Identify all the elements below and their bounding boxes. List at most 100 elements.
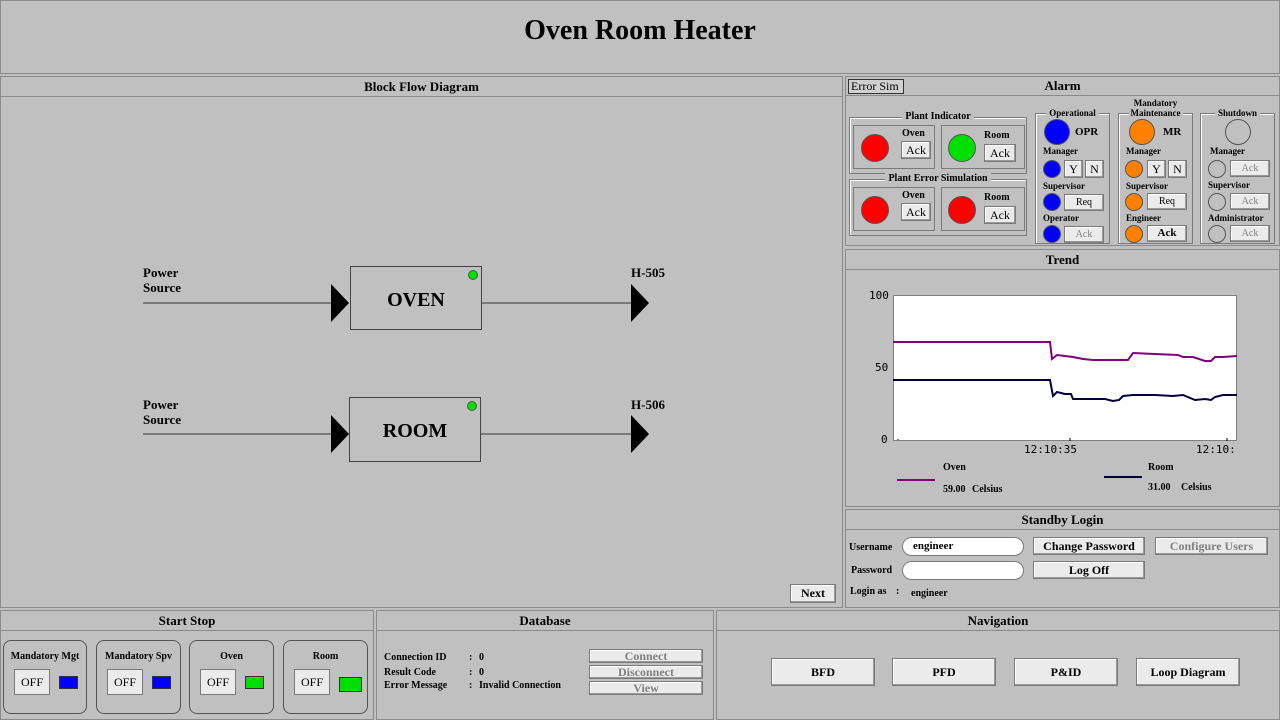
shutdown-manager-label: Manager xyxy=(1210,146,1245,156)
start-stop-mandatory-mgt-off-button[interactable]: OFF xyxy=(14,669,50,695)
change-password-button[interactable]: Change Password xyxy=(1033,537,1145,555)
password-input[interactable] xyxy=(902,561,1024,580)
connection-id-value: 0 xyxy=(479,652,484,663)
mandatory-maintenance-group: Mandatory Maintenance MR Manager Y N Sup… xyxy=(1118,98,1193,244)
plant-indicator-oven-label: Oven xyxy=(902,128,925,139)
operational-supervisor-lamp xyxy=(1043,193,1061,211)
operational-operator-ack-button[interactable]: Ack xyxy=(1064,226,1104,243)
plant-indicator-oven-ack-button[interactable]: Ack xyxy=(901,141,931,159)
start-stop-mandatory-mgt-indicator xyxy=(59,676,78,689)
mandatory-code: MR xyxy=(1163,126,1182,138)
nav-loop-diagram-button[interactable]: Loop Diagram xyxy=(1136,658,1240,686)
mandatory-supervisor-lamp xyxy=(1125,193,1143,211)
operational-supervisor-req-button[interactable]: Req xyxy=(1064,194,1104,211)
oven-source-label-1: Power xyxy=(143,265,179,280)
mandatory-supervisor-label: Supervisor xyxy=(1126,181,1169,191)
next-button[interactable]: Next xyxy=(790,584,836,603)
plant-indicator-oven-lamp xyxy=(861,134,889,162)
operational-main-lamp xyxy=(1044,119,1070,145)
operational-title: Operational xyxy=(1046,108,1099,118)
error-message-value: Invalid Connection xyxy=(479,680,561,691)
disconnect-button[interactable]: Disconnect xyxy=(589,665,703,679)
start-stop-mandatory-mgt: Mandatory Mgt OFF xyxy=(3,640,87,714)
password-label: Password xyxy=(851,565,893,576)
start-stop-oven: Oven OFF xyxy=(189,640,274,714)
plant-indicator-room-label: Room xyxy=(984,130,1010,141)
plant-error-oven-lamp xyxy=(861,196,889,224)
plant-indicator-room-ack-button[interactable]: Ack xyxy=(984,144,1016,162)
result-code-label: Result Code xyxy=(384,667,436,678)
plant-error-room-lamp xyxy=(948,196,976,224)
plant-error-room-label: Room xyxy=(984,192,1010,203)
start-stop-mandatory-spv: Mandatory Spv OFF xyxy=(96,640,181,714)
operational-group: Operational OPR Manager Y N Supervisor R… xyxy=(1035,108,1110,244)
mandatory-manager-no-button[interactable]: N xyxy=(1168,160,1187,178)
nav-bfd-button[interactable]: BFD xyxy=(771,658,875,686)
trend-ytick-100: 100 xyxy=(869,289,889,302)
alarm-divider xyxy=(846,95,1279,96)
start-stop-room-label: Room xyxy=(312,651,339,662)
mandatory-supervisor-req-button[interactable]: Req xyxy=(1147,193,1187,210)
trend-legend-room-swatch xyxy=(1104,476,1142,478)
operational-manager-no-button[interactable]: N xyxy=(1085,160,1104,178)
view-button[interactable]: View xyxy=(589,681,703,695)
shutdown-main-lamp xyxy=(1225,119,1251,145)
trend-ytick-0: 0 xyxy=(881,433,888,446)
trend-legend-oven-value: 59.00 xyxy=(943,484,966,495)
trend-xtick-1: 12:10:35 xyxy=(1024,443,1077,456)
shutdown-manager-lamp xyxy=(1208,160,1226,178)
plant-error-simulation-title: Plant Error Simulation xyxy=(885,173,991,184)
operational-operator-label: Operator xyxy=(1043,213,1079,223)
start-stop-mandatory-spv-off-button[interactable]: OFF xyxy=(107,669,143,695)
start-stop-room: Room OFF xyxy=(283,640,368,714)
trend-xtick-2: 12:10: xyxy=(1196,443,1236,456)
plant-error-oven-label: Oven xyxy=(902,190,925,201)
login-as-label: Login as xyxy=(850,586,887,597)
configure-users-button[interactable]: Configure Users xyxy=(1155,537,1268,555)
mandatory-title-line2: Maintenance xyxy=(1128,108,1183,118)
shutdown-group: Shutdown Manager Ack Supervisor Ack Admi… xyxy=(1200,108,1275,244)
connect-button[interactable]: Connect xyxy=(589,649,703,663)
shutdown-administrator-ack-button[interactable]: Ack xyxy=(1230,225,1270,242)
shutdown-title: Shutdown xyxy=(1214,108,1261,118)
plant-error-oven-ack-button[interactable]: Ack xyxy=(901,203,931,221)
oven-block[interactable]: OVEN xyxy=(350,266,482,330)
database-title: Database xyxy=(377,611,713,631)
start-stop-room-off-button[interactable]: OFF xyxy=(294,669,330,695)
error-sim-tab[interactable]: Error Sim xyxy=(848,79,904,94)
operational-manager-yes-button[interactable]: Y xyxy=(1064,160,1083,178)
plant-indicator-title: Plant Indicator xyxy=(902,111,974,122)
shutdown-manager-ack-button[interactable]: Ack xyxy=(1230,160,1270,177)
plant-error-room-ack-button[interactable]: Ack xyxy=(984,206,1016,224)
navigation-title: Navigation xyxy=(717,611,1279,631)
start-stop-oven-off-button[interactable]: OFF xyxy=(200,669,236,695)
operational-supervisor-label: Supervisor xyxy=(1043,181,1086,191)
mandatory-manager-yes-button[interactable]: Y xyxy=(1147,160,1166,178)
bfd-panel: Block Flow Diagram Power Source OVEN H-5… xyxy=(0,76,843,608)
mandatory-engineer-ack-button[interactable]: Ack xyxy=(1147,225,1187,242)
nav-pfd-button[interactable]: PFD xyxy=(892,658,996,686)
log-off-button[interactable]: Log Off xyxy=(1033,561,1145,579)
start-stop-oven-indicator xyxy=(245,676,264,689)
shutdown-supervisor-ack-button[interactable]: Ack xyxy=(1230,193,1270,210)
trend-ytick-50: 50 xyxy=(875,361,889,374)
trend-title: Trend xyxy=(846,250,1279,270)
page-title: Oven Room Heater xyxy=(524,15,756,46)
header-panel: Oven Room Heater xyxy=(0,0,1280,74)
room-block-label: ROOM xyxy=(382,420,448,442)
oven-tag: H-505 xyxy=(631,265,665,280)
nav-pid-button[interactable]: P&ID xyxy=(1014,658,1118,686)
shutdown-administrator-lamp xyxy=(1208,225,1226,243)
username-input[interactable]: engineer xyxy=(902,537,1024,556)
trend-legend-room-unit: Celsius xyxy=(1181,482,1212,493)
room-block[interactable]: ROOM xyxy=(349,397,481,462)
start-stop-mandatory-mgt-label: Mandatory Mgt xyxy=(10,651,80,662)
operational-operator-lamp xyxy=(1043,225,1061,243)
trend-chart xyxy=(893,295,1237,441)
oven-status-icon xyxy=(468,270,478,280)
start-stop-oven-label: Oven xyxy=(220,651,243,662)
login-as-value: engineer xyxy=(911,588,948,599)
trend-legend-oven-swatch xyxy=(897,479,935,481)
mandatory-engineer-lamp xyxy=(1125,225,1143,243)
error-message-sep: : xyxy=(469,680,473,691)
